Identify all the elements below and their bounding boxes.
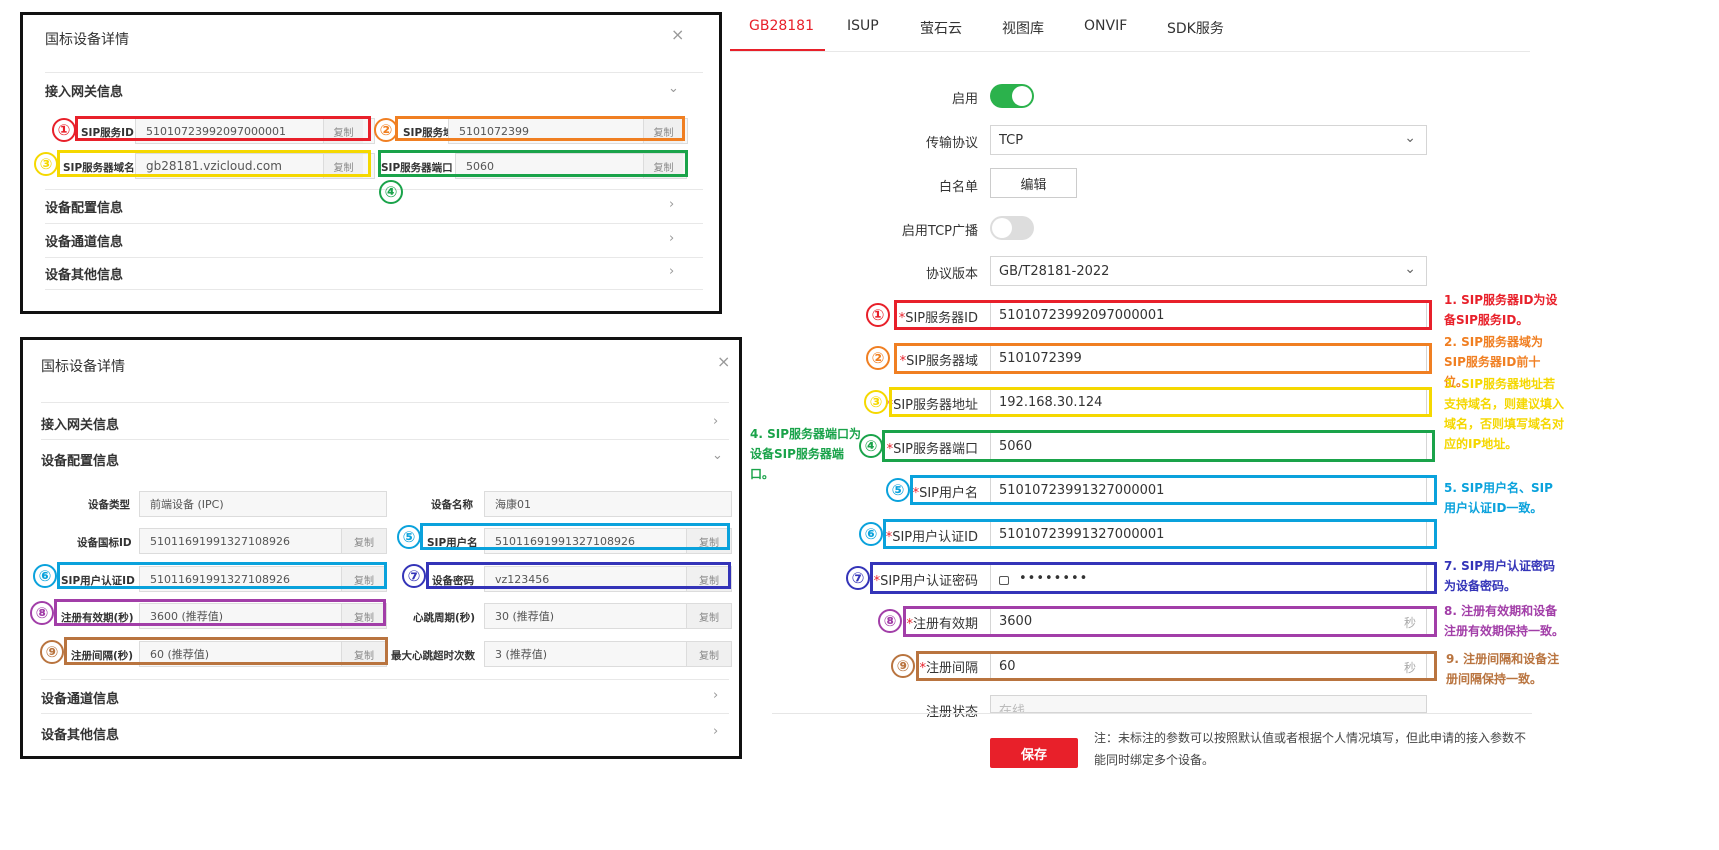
tcp-broadcast-switch[interactable]	[990, 216, 1034, 240]
highlight-1	[894, 300, 1432, 330]
version-select[interactable]: GB/T28181-2022 ⌄	[990, 256, 1427, 286]
chevron-right-icon[interactable]: ›	[713, 724, 718, 739]
highlight-5	[420, 523, 730, 550]
register-status-field: 在线	[990, 695, 1427, 713]
chevron-right-icon[interactable]: ›	[713, 688, 718, 703]
marker-5: ⑤	[886, 478, 910, 502]
highlight-8	[54, 599, 386, 626]
marker-2: ②	[374, 118, 398, 142]
chevron-down-icon[interactable]: ⌄	[668, 81, 679, 96]
save-button[interactable]: 保存	[990, 738, 1078, 768]
tab-view-library[interactable]: 视图库	[1002, 18, 1044, 38]
close-icon[interactable]: ×	[717, 352, 730, 371]
chevron-down-icon: ⌄	[1404, 130, 1416, 146]
highlight-9	[916, 651, 1437, 681]
highlight-2	[395, 116, 685, 141]
marker-1: ①	[52, 118, 76, 142]
annotation-8: 8. 注册有效期和设备注册有效期保持一致。	[1444, 604, 1565, 638]
device-type-label: 设备类型	[88, 499, 130, 511]
device-name-field: 海康01	[484, 491, 732, 517]
highlight-9	[64, 637, 388, 665]
annotation-3: 3. SIP服务器地址若支持域名，则建议填入域名，否则填写域名对应的IP地址。	[1444, 377, 1565, 451]
highlight-2	[894, 343, 1432, 374]
section-device-channel[interactable]: 设备通道信息	[41, 688, 119, 707]
copy-button[interactable]: 复制	[341, 529, 386, 553]
whitelist-label: 白名单	[938, 180, 978, 195]
protocol-label: 传输协议	[925, 136, 978, 151]
highlight-5	[910, 475, 1437, 505]
section-device-other[interactable]: 设备其他信息	[45, 264, 123, 283]
chevron-down-icon[interactable]: ⌄	[712, 448, 723, 463]
marker-7: ⑦	[402, 564, 426, 588]
marker-3: ③	[864, 390, 888, 414]
highlight-7	[426, 562, 731, 589]
section-device-config[interactable]: 设备配置信息	[41, 450, 119, 469]
panel-title: 国标设备详情	[41, 359, 125, 375]
chevron-right-icon[interactable]: ›	[669, 231, 674, 246]
marker-9: ⑨	[891, 654, 915, 678]
highlight-7	[870, 562, 1437, 594]
chevron-right-icon[interactable]: ›	[713, 414, 718, 429]
marker-8: ⑧	[30, 601, 54, 625]
highlight-3	[57, 150, 371, 177]
marker-9: ⑨	[40, 640, 64, 664]
max-heartbeat-timeout-label: 最大心跳超时次数	[391, 650, 475, 662]
heartbeat-period-label: 心跳周期(秒)	[413, 612, 476, 624]
tab-ezviz[interactable]: 萤石云	[920, 18, 962, 38]
footer-divider	[772, 713, 1532, 714]
protocol-tabs: GB28181 ISUP 萤石云 视图库 ONVIF SDK服务	[730, 0, 1530, 52]
chevron-right-icon[interactable]: ›	[669, 264, 674, 279]
register-status-label: 注册状态	[925, 705, 978, 720]
tab-isup[interactable]: ISUP	[847, 18, 879, 34]
device-gb-id-label: 设备国标ID	[77, 537, 132, 549]
annotation-1: 1. SIP服务器ID为设备SIP服务ID。	[1444, 293, 1558, 327]
marker-4: ④	[379, 180, 403, 204]
section-device-other[interactable]: 设备其他信息	[41, 724, 119, 743]
enable-switch[interactable]	[990, 84, 1034, 108]
section-device-config[interactable]: 设备配置信息	[45, 197, 123, 216]
highlight-1	[75, 116, 371, 141]
highlight-8	[903, 606, 1437, 637]
highlight-4	[882, 430, 1435, 462]
highlight-6	[883, 519, 1437, 549]
note-text: 注：未标注的参数可以按照默认值或者根据个人情况填写，但此申请的接入参数不能同时绑…	[1094, 731, 1527, 767]
highlight-4	[378, 150, 688, 177]
marker-2: ②	[866, 346, 890, 370]
highlight-3	[889, 387, 1432, 417]
section-device-channel[interactable]: 设备通道信息	[45, 231, 123, 250]
annotation-4: 4. SIP服务器端口为设备SIP服务器端口。	[750, 427, 861, 481]
marker-6: ⑥	[859, 522, 883, 546]
highlight-6	[57, 562, 387, 589]
copy-button[interactable]: 复制	[686, 604, 731, 628]
copy-button[interactable]: 复制	[686, 642, 731, 666]
marker-3: ③	[34, 152, 58, 176]
close-icon[interactable]: ×	[671, 25, 684, 44]
device-type-field: 前端设备 (IPC)	[139, 491, 387, 517]
version-label: 协议版本	[925, 267, 978, 282]
section-gateway-info[interactable]: 接入网关信息	[45, 81, 123, 100]
marker-8: ⑧	[878, 609, 902, 633]
marker-5: ⑤	[397, 525, 421, 549]
tcp-broadcast-label: 启用TCP广播	[901, 224, 978, 239]
chevron-down-icon: ⌄	[1404, 261, 1416, 277]
annotation-9: 9. 注册间隔和设备注册间隔保持一致。	[1446, 652, 1560, 686]
whitelist-edit-button[interactable]: 编辑	[990, 168, 1077, 198]
enable-label: 启用	[951, 92, 978, 107]
chevron-right-icon[interactable]: ›	[669, 197, 674, 212]
protocol-select[interactable]: TCP ⌄	[990, 125, 1427, 155]
marker-7: ⑦	[846, 566, 870, 590]
tab-onvif[interactable]: ONVIF	[1084, 18, 1127, 34]
active-tab-underline	[730, 49, 825, 51]
annotation-7: 7. SIP用户认证密码为设备密码。	[1444, 559, 1555, 593]
device-name-label: 设备名称	[431, 499, 473, 511]
annotation-5: 5. SIP用户名、SIP用户认证ID一致。	[1444, 481, 1553, 515]
section-gateway-info[interactable]: 接入网关信息	[41, 414, 119, 433]
panel-title: 国标设备详情	[45, 32, 129, 48]
marker-1: ①	[866, 303, 890, 327]
tab-gb28181[interactable]: GB28181	[749, 18, 814, 34]
marker-6: ⑥	[33, 564, 57, 588]
tab-sdk-service[interactable]: SDK服务	[1167, 18, 1224, 38]
